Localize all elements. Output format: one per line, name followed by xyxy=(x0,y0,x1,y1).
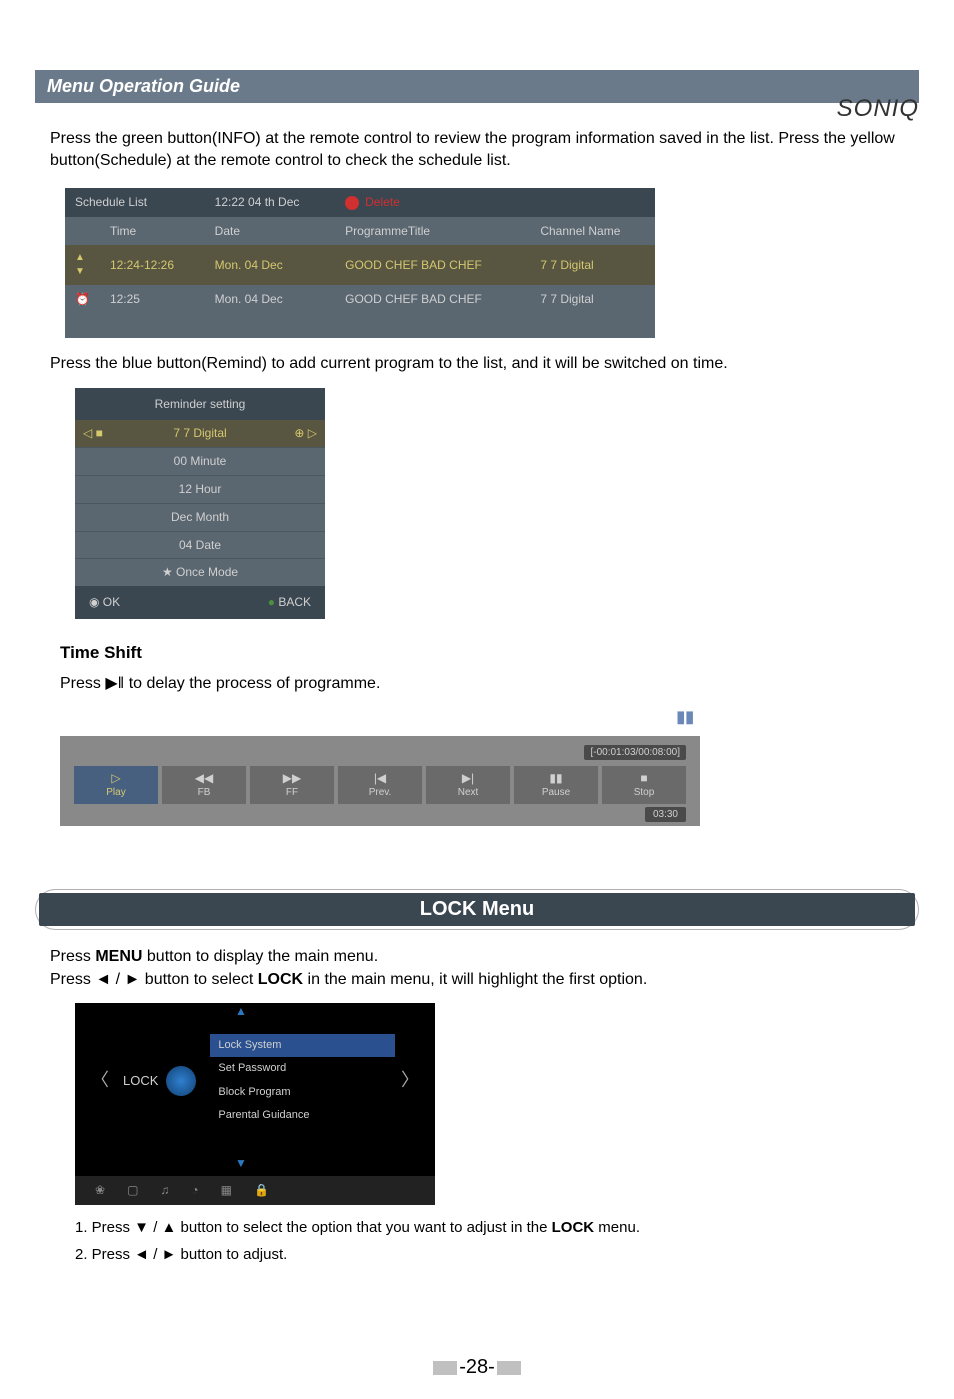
next-button[interactable]: ▶|Next xyxy=(426,766,510,805)
playback-bar: ▮▮ [-00:01:03/00:08:00] ▷Play ◀◀FB ▶▶FF … xyxy=(60,707,700,826)
schedule-list-table: Schedule List 12:22 04 th Dec Delete Tim… xyxy=(65,188,655,338)
reminder-row: 12 Hour xyxy=(75,475,325,503)
intro-text-2: Press the blue button(Remind) to add cur… xyxy=(50,353,904,375)
up-arrow-icon: ▲ xyxy=(75,1003,435,1020)
prev-button[interactable]: |◀Prev. xyxy=(338,766,422,805)
lock-option[interactable]: Parental Guidance xyxy=(210,1104,395,1127)
ok-label: ◉ OK xyxy=(89,594,120,611)
chevron-right-icon: 〉 xyxy=(395,1068,425,1093)
brand-logo: SONIQ xyxy=(837,95,919,123)
lock-category-icon xyxy=(166,1066,196,1096)
pause-button[interactable]: ▮▮Pause xyxy=(514,766,598,805)
lock-label: LOCK xyxy=(123,1072,158,1090)
schedule-row: ▲▼ 12:24-12:26 Mon. 04 Dec GOOD CHEF BAD… xyxy=(65,245,655,285)
monitor-icon: ▢ xyxy=(127,1182,138,1199)
instruction-2: 2. Press ◄ / ► button to adjust. xyxy=(75,1244,879,1265)
reminder-row: Dec Month xyxy=(75,503,325,531)
grid-icon: ▦ xyxy=(221,1182,232,1199)
lock-intro-2: Press ◄ / ► button to select LOCK in the… xyxy=(50,969,904,991)
col-prog: ProgrammeTitle xyxy=(335,217,530,246)
lock-menu-panel: ▲ 〈 LOCK Lock System Set Password Block … xyxy=(75,1003,435,1205)
lock-icon: 🔒 xyxy=(254,1182,269,1199)
delete-dot-icon xyxy=(345,196,359,210)
header-title: Menu Operation Guide xyxy=(35,70,919,103)
menu-category-icons: ❀ ▢ ♫ ◔ ▦ 🔒 xyxy=(75,1176,435,1205)
lock-option[interactable]: Set Password xyxy=(210,1057,395,1080)
play-button[interactable]: ▷Play xyxy=(74,766,158,805)
lock-option[interactable]: Lock System xyxy=(210,1034,395,1057)
reminder-title: Reminder setting xyxy=(75,388,325,421)
clock-icon: ◔ xyxy=(191,1182,198,1199)
music-icon: ♫ xyxy=(160,1182,169,1199)
lock-section-label: LOCK Menu xyxy=(35,889,919,930)
lock-intro-1: Press MENU button to display the main me… xyxy=(50,946,904,968)
ff-button[interactable]: ▶▶FF xyxy=(250,766,334,805)
timeshift-heading: Time Shift xyxy=(60,641,904,665)
chevron-left-icon: 〈 xyxy=(85,1068,115,1093)
schedule-row: ⏰ 12:25 Mon. 04 Dec GOOD CHEF BAD CHEF 7… xyxy=(65,285,655,314)
reminder-row: 00 Minute xyxy=(75,447,325,475)
timeshift-desc: Press ▶‖ to delay the process of program… xyxy=(60,673,904,695)
stop-button[interactable]: ■Stop xyxy=(602,766,686,805)
gear-icon: ❀ xyxy=(95,1182,105,1199)
pause-icon: ▮▮ xyxy=(60,707,700,729)
back-label: ● BACK xyxy=(268,594,311,611)
reminder-setting-panel: Reminder setting ◁ ■ 7 7 Digital ⊕ ▷ 00 … xyxy=(75,388,325,619)
schedule-datetime: 12:22 04 th Dec xyxy=(205,188,335,217)
elapsed-time: [-00:01:03/00:08:00] xyxy=(584,745,686,760)
col-chan: Channel Name xyxy=(530,217,655,246)
page-number: -28- xyxy=(0,1356,954,1379)
col-date: Date xyxy=(205,217,335,246)
reminder-channel-row: ◁ ■ 7 7 Digital ⊕ ▷ xyxy=(75,420,325,447)
playback-controls: ▷Play ◀◀FB ▶▶FF |◀Prev. ▶|Next ▮▮Pause ■… xyxy=(74,766,686,805)
schedule-title: Schedule List xyxy=(65,188,205,217)
instruction-1: 1. Press ▼ / ▲ button to select the opti… xyxy=(75,1217,879,1238)
intro-text-1: Press the green button(INFO) at the remo… xyxy=(50,128,904,173)
bottom-time: 03:30 xyxy=(645,807,686,822)
reminder-row: ★ Once Mode xyxy=(75,558,325,586)
lock-option[interactable]: Block Program xyxy=(210,1081,395,1104)
delete-label: Delete xyxy=(365,195,400,209)
reminder-row: 04 Date xyxy=(75,531,325,559)
col-time: Time xyxy=(100,217,205,246)
fb-button[interactable]: ◀◀FB xyxy=(162,766,246,805)
down-arrow-icon: ▼ xyxy=(75,1137,435,1176)
